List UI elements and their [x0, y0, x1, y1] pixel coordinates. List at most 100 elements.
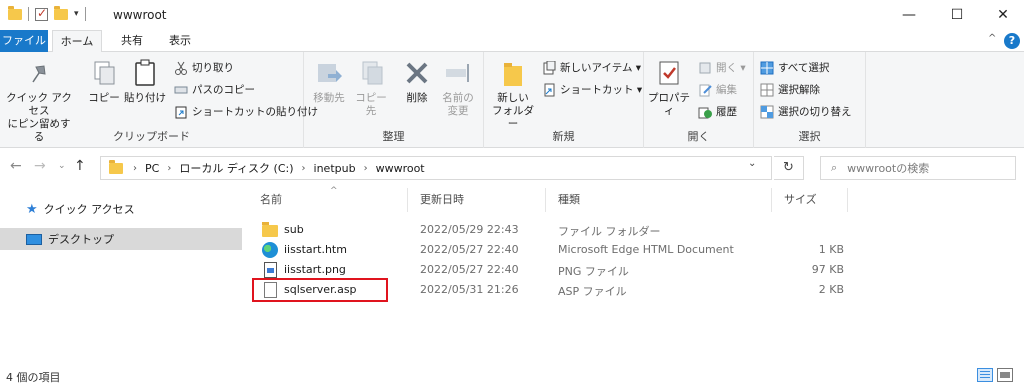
file-list: 名前 ^ 更新日時 種類 サイズ sub 2022/05/29 22:43 ファ…	[248, 186, 1024, 358]
star-icon: ★	[26, 201, 38, 217]
select-all-button[interactable]: すべて選択	[760, 60, 829, 75]
minimize-button[interactable]: —	[886, 0, 932, 30]
column-header-size[interactable]: サイズ	[772, 188, 848, 212]
column-header-name[interactable]: 名前 ^	[248, 186, 408, 212]
file-size: 97 KB	[811, 263, 844, 276]
file-date: 2022/05/31 21:26	[420, 283, 519, 296]
copy-to-icon	[356, 58, 386, 88]
edit-icon	[698, 83, 712, 97]
select-all-icon	[760, 61, 774, 75]
png-file-icon	[264, 262, 277, 278]
breadcrumb-pc[interactable]: PC	[145, 162, 159, 175]
navigation-row: ← → ⌄ ↑ › PC › ローカル ディスク (C:) › inetpub …	[0, 152, 1024, 182]
address-bar[interactable]: › PC › ローカル ディスク (C:) › inetpub › wwwroo…	[100, 156, 772, 180]
edit-button[interactable]: 編集	[698, 82, 737, 97]
paste-shortcut-button[interactable]: ショートカットの貼り付け	[174, 104, 318, 119]
address-dropdown-icon[interactable]: ⌄	[748, 158, 756, 169]
easy-access-shortcut-button[interactable]: ショートカット ▾	[542, 82, 642, 97]
maximize-button[interactable]: ☐	[934, 0, 980, 30]
close-button[interactable]: ✕	[980, 0, 1024, 30]
file-row-iisstart-htm[interactable]: iisstart.htm 2022/05/27 22:40 Microsoft …	[248, 240, 848, 260]
refresh-button[interactable]: ↻	[774, 156, 804, 180]
clipboard-group-label: クリップボード	[113, 130, 190, 143]
file-name: iisstart.png	[284, 263, 346, 276]
properties-check-icon[interactable]	[35, 6, 48, 21]
rename-icon	[443, 58, 473, 88]
qat-dropdown-icon[interactable]: ▾	[74, 9, 79, 19]
file-row-sub[interactable]: sub 2022/05/29 22:43 ファイル フォルダー	[248, 220, 848, 240]
copy-button[interactable]: コピー	[88, 58, 120, 105]
breadcrumb-wwwroot[interactable]: wwwroot	[376, 162, 425, 175]
file-size: 2 KB	[818, 283, 844, 296]
file-date: 2022/05/29 22:43	[420, 223, 519, 236]
invert-selection-button[interactable]: 選択の切り替え	[760, 104, 852, 119]
history-label: 履歴	[716, 106, 737, 118]
properties-label: プロパティ	[648, 92, 690, 117]
pin-icon	[24, 58, 54, 88]
rename-button[interactable]: 名前の 変更	[438, 58, 478, 118]
shortcut-label: ショートカット ▾	[560, 84, 643, 96]
file-date: 2022/05/27 22:40	[420, 243, 519, 256]
tab-home[interactable]: ホーム	[52, 30, 102, 53]
open-label: 開く ▾	[716, 62, 746, 74]
recent-locations-icon[interactable]: ⌄	[58, 161, 66, 171]
up-button[interactable]: ↑	[74, 158, 86, 174]
delete-button[interactable]: 削除	[400, 58, 434, 105]
details-view-icon[interactable]	[977, 368, 993, 382]
paste-button[interactable]: 貼り付け	[124, 58, 166, 105]
copy-to-button[interactable]: コピー先	[352, 58, 390, 118]
column-header-date[interactable]: 更新日時	[408, 188, 546, 212]
copy-path-icon	[174, 83, 188, 97]
paste-shortcut-icon	[174, 105, 188, 119]
move-to-button[interactable]: 移動先	[310, 58, 348, 105]
move-to-icon	[314, 58, 344, 88]
file-row-iisstart-png[interactable]: iisstart.png 2022/05/27 22:40 PNG ファイル 9…	[248, 260, 848, 280]
ribbon-collapse-icon[interactable]: ^	[988, 33, 996, 44]
file-size: 1 KB	[818, 243, 844, 256]
ribbon: クイック アクセス にピン留めする コピー 貼り付け 切り取り パスのコピー シ…	[0, 52, 1024, 148]
new-item-button[interactable]: 新しいアイテム ▾	[542, 60, 641, 75]
separator	[84, 7, 86, 21]
nav-item-label: デスクトップ	[48, 233, 114, 246]
ribbon-tab-bar: ファイル ホーム 共有 表示 ^ ?	[0, 30, 1024, 53]
nav-item-desktop[interactable]: デスクトップ	[0, 228, 242, 250]
select-group: すべて選択 選択解除 選択の切り替え 選択	[754, 52, 866, 148]
tab-share[interactable]: 共有	[112, 30, 152, 52]
forward-button[interactable]: →	[34, 158, 46, 174]
history-button[interactable]: 履歴	[698, 104, 737, 119]
new-folder-icon[interactable]	[54, 5, 68, 20]
help-icon[interactable]: ?	[1004, 33, 1020, 49]
copy-path-button[interactable]: パスのコピー	[174, 82, 255, 97]
new-folder-button[interactable]: 新しい フォルダー	[490, 58, 536, 131]
organize-group: 移動先 コピー先 削除 名前の 変更 整理	[304, 52, 484, 148]
properties-button[interactable]: プロパティ	[646, 58, 692, 118]
nav-item-quick-access[interactable]: ★ クイック アクセス	[0, 198, 242, 220]
folder-icon	[262, 222, 278, 237]
desktop-icon	[26, 233, 42, 245]
cut-button[interactable]: 切り取り	[174, 60, 234, 75]
back-button[interactable]: ←	[10, 158, 22, 174]
new-group-label: 新規	[552, 130, 575, 143]
breadcrumb-separator: ›	[133, 162, 137, 174]
open-button[interactable]: 開く ▾	[698, 60, 746, 75]
breadcrumb-separator: ›	[363, 162, 368, 174]
tab-view[interactable]: 表示	[160, 30, 200, 52]
clipboard-paste-icon	[130, 58, 160, 88]
breadcrumb-local-disk[interactable]: ローカル ディスク (C:)	[179, 160, 293, 176]
breadcrumb-inetpub[interactable]: inetpub	[314, 162, 356, 175]
select-none-button[interactable]: 選択解除	[760, 82, 820, 97]
large-icons-view-icon[interactable]	[997, 368, 1013, 382]
breadcrumb-separator: ›	[301, 162, 306, 174]
nav-item-label: クイック アクセス	[43, 203, 135, 216]
clipboard-group: クイック アクセス にピン留めする コピー 貼り付け 切り取り パスのコピー シ…	[0, 52, 318, 148]
file-name: iisstart.htm	[284, 243, 347, 256]
search-box[interactable]: ⌕ wwwrootの検索	[820, 156, 1016, 180]
new-item-icon	[542, 60, 556, 75]
column-header-type[interactable]: 種類	[546, 188, 772, 212]
tab-file[interactable]: ファイル	[0, 30, 48, 52]
quick-access-toolbar: ▾	[8, 5, 86, 21]
select-none-label: 選択解除	[778, 84, 820, 96]
column-header-label: 名前	[260, 193, 282, 206]
status-bar: 4 個の項目	[0, 364, 1024, 387]
file-date: 2022/05/27 22:40	[420, 263, 519, 276]
